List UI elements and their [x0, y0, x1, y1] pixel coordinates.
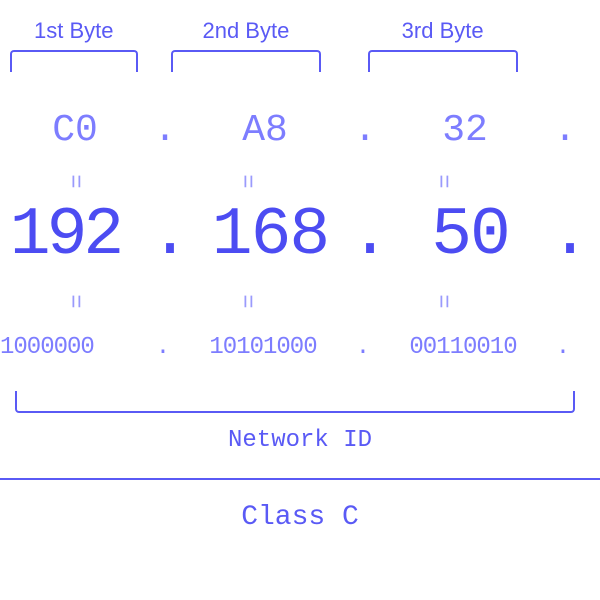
dec-sep: . — [150, 197, 190, 274]
network-id-label: Network ID — [228, 427, 372, 454]
hex-sep: . — [350, 109, 380, 152]
byte-label-1: 1st Byte — [0, 18, 148, 72]
class-label: Class C — [241, 502, 359, 533]
equals-icon: = — [232, 174, 259, 186]
byte-label-2: 2nd Byte — [148, 18, 345, 72]
bin-octet-1: 1000000 — [0, 334, 94, 361]
bin-octet-2: 10101000 — [209, 334, 316, 361]
class-bracket-line — [0, 478, 600, 480]
bin-sep: . — [550, 334, 576, 361]
ip-diagram: 1st Byte 2nd Byte 3rd Byte C0 . A8 . 32 … — [0, 0, 600, 600]
bracket-down-icon — [368, 50, 518, 72]
equals-icon: = — [232, 294, 259, 306]
byte-label-3-text: 3rd Byte — [402, 18, 484, 44]
equals-row-top: = = = — [0, 160, 600, 200]
byte-label-2-text: 2nd Byte — [202, 18, 289, 44]
bracket-down-icon — [10, 50, 138, 72]
hex-octet-3: 32 — [442, 109, 488, 152]
equals-icon: = — [60, 294, 87, 306]
equals-row-bottom: = = = — [0, 280, 600, 320]
bin-sep: . — [150, 334, 176, 361]
hex-row: C0 . A8 . 32 . — [0, 105, 600, 155]
hex-octet-2: A8 — [242, 109, 288, 152]
network-id-row: Network ID — [0, 385, 600, 460]
equals-icon: = — [429, 294, 456, 306]
decimal-row: 192 . 168 . 50 . — [0, 195, 600, 275]
byte-labels-row: 1st Byte 2nd Byte 3rd Byte — [0, 10, 600, 80]
class-row: Class C — [0, 475, 600, 535]
bracket-down-icon — [171, 50, 321, 72]
dec-sep: . — [550, 197, 590, 274]
byte-label-3: 3rd Byte — [344, 18, 541, 72]
bin-sep: . — [350, 334, 376, 361]
dec-octet-3: 50 — [431, 197, 509, 274]
dec-octet-1: 192 — [10, 197, 120, 274]
bin-octet-3: 00110010 — [409, 334, 516, 361]
hex-sep: . — [550, 109, 580, 152]
dec-octet-2: 168 — [212, 197, 328, 274]
equals-icon: = — [60, 174, 87, 186]
bracket-up-icon — [15, 391, 575, 413]
equals-icon: = — [429, 174, 456, 186]
byte-label-1-text: 1st Byte — [34, 18, 113, 44]
dec-sep: . — [350, 197, 390, 274]
binary-row: 1000000 . 10101000 . 00110010 . — [0, 325, 600, 370]
hex-octet-1: C0 — [52, 109, 98, 152]
hex-sep: . — [150, 109, 180, 152]
